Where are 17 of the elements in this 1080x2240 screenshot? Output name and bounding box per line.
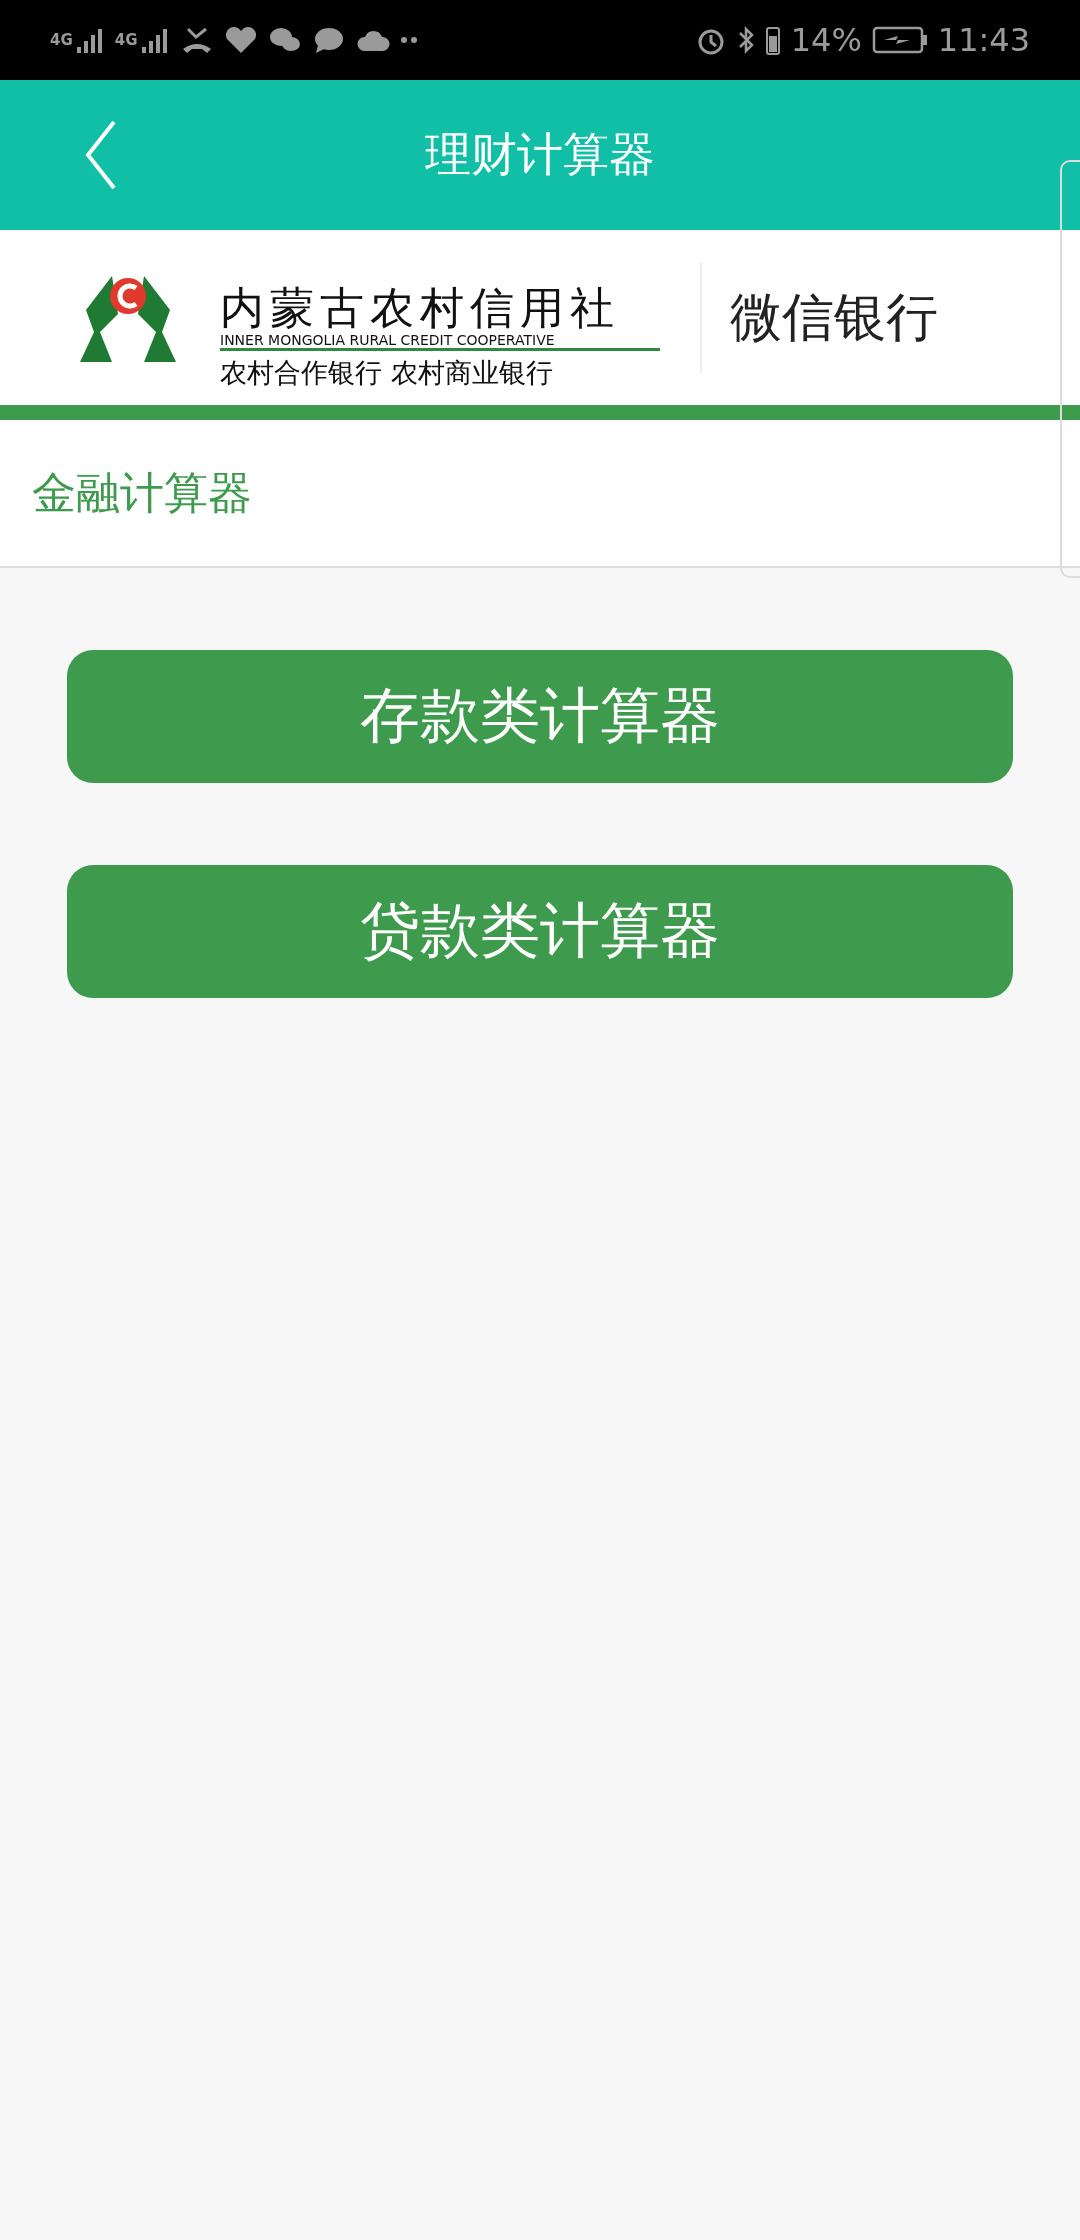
heart-icon xyxy=(223,25,258,55)
calculator-button[interactable]: 存款类计算器 xyxy=(67,650,1013,783)
page-title: 理财计算器 xyxy=(425,126,655,183)
charging-battery-icon xyxy=(871,25,928,55)
network-type-text: 4G xyxy=(114,31,138,49)
calculator-button[interactable]: 贷款类计算器 xyxy=(67,865,1013,998)
channel-name: 微信银行 xyxy=(730,285,938,349)
clock-text: 11:43 xyxy=(937,21,1030,59)
more-icon xyxy=(399,35,420,45)
bluetooth-icon xyxy=(736,24,755,56)
section-title: 金融计算器 xyxy=(32,465,252,520)
network-type-text: 4G xyxy=(50,31,73,49)
battery-icon xyxy=(764,24,781,56)
organization-name: 内蒙古农村信用社 xyxy=(220,283,621,333)
battery-percent-text: 14% xyxy=(790,21,862,59)
organization-tagline: 农村合作银行 农村商业银行 xyxy=(220,356,554,391)
organization-english-name: INNER MONGOLIA RURAL CREDIT COOPERATIVE xyxy=(220,332,660,352)
